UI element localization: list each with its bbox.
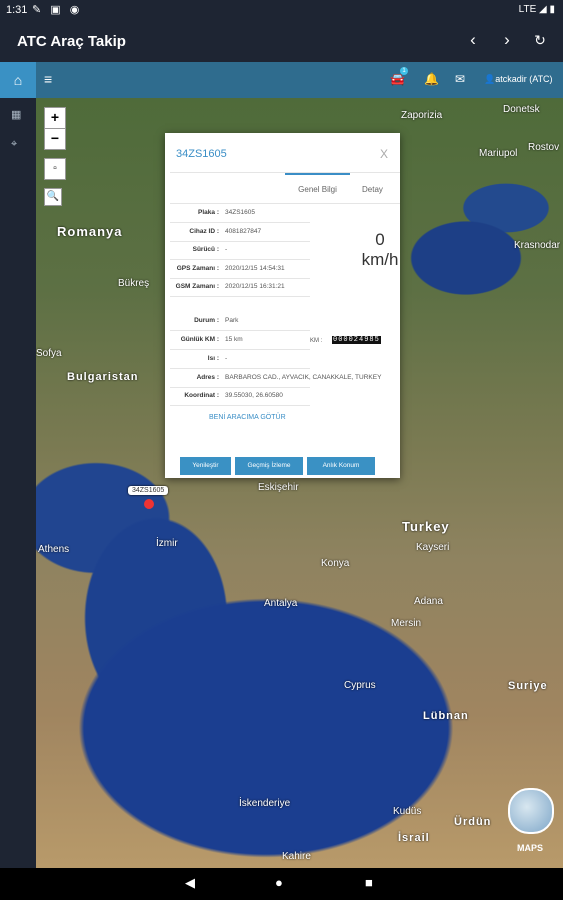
mail-icon[interactable]: ✉: [455, 72, 465, 86]
status-network: LTE ◢ ▮: [518, 4, 555, 15]
speed-unit: km/h: [361, 250, 399, 269]
map-label-mersin: Mersin: [391, 618, 422, 629]
field-key: Plaka :: [198, 209, 219, 216]
notification-icons: ✎ ▣ ◉: [32, 4, 83, 16]
map-label-adana: Adana: [414, 596, 443, 607]
refresh-button[interactable]: Yenileştir: [180, 457, 231, 475]
map-label-mariupol: Mariupol: [479, 148, 518, 159]
map-label-eskisehir: Eskişehir: [258, 482, 299, 493]
nav-home-icon[interactable]: ●: [275, 875, 283, 890]
vehicle-marker-pin[interactable]: [144, 499, 154, 509]
map-label-romanya: Romanya: [57, 224, 123, 239]
layers-button[interactable]: ▫: [44, 158, 66, 180]
zoom-in-button[interactable]: +: [44, 107, 66, 129]
map-label-cyprus: Cyprus: [344, 680, 376, 691]
field-key: Koordinat :: [184, 392, 219, 399]
hamburger-menu-icon[interactable]: ≡: [44, 71, 52, 87]
map-label-bulgaristan: Bulgaristan: [67, 371, 139, 383]
forward-chevron-icon[interactable]: ›: [495, 30, 519, 50]
map-label-lubnan: Lübnan: [423, 710, 469, 722]
field-value: 15 km: [225, 336, 243, 343]
field-key: Isı :: [207, 355, 219, 362]
field-value: 39.55030, 26.60580: [225, 392, 283, 399]
nav-back-icon[interactable]: ◀: [185, 875, 195, 891]
app-bar: ATC Araç Takip ‹ › ↻: [0, 22, 563, 62]
home-icon[interactable]: ⌂: [0, 62, 36, 98]
system-nav-bar: ◀ ● ■: [0, 868, 563, 900]
nav-recents-icon[interactable]: ■: [365, 875, 373, 890]
back-chevron-icon[interactable]: ‹: [461, 30, 485, 50]
map-label-kayseri: Kayseri: [416, 542, 450, 553]
map-label-sofya: Sofya: [36, 348, 62, 359]
field-value: BARBAROS CAD., AYVACIK, CANAKKALE, TURKE…: [225, 374, 382, 381]
odometer-label: KM :: [310, 338, 323, 344]
status-bar: 1:31 ✎ ▣ ◉ LTE ◢ ▮: [0, 0, 563, 22]
zoom-out-button[interactable]: −: [44, 128, 66, 150]
speed-value: 0: [375, 230, 385, 249]
app-title: ATC Araç Takip: [17, 33, 126, 50]
status-time: 1:31: [6, 4, 28, 16]
map-label-krasnodar: Krasnodar: [514, 240, 561, 251]
field-key: Durum :: [194, 317, 219, 324]
close-icon[interactable]: X: [380, 147, 388, 161]
map-label-bukres: Bükreş: [118, 278, 150, 289]
map-label-kahire: Kahire: [282, 851, 311, 862]
map-label-antalya: Antalya: [264, 598, 298, 609]
speed-display: 0 km/h: [350, 230, 410, 270]
map-label-konya: Konya: [321, 558, 350, 569]
vehicle-badge: 1: [400, 67, 408, 75]
sidebar: ▦ ⌖: [0, 98, 36, 868]
field-value: 4081827847: [225, 228, 262, 235]
field-value: -: [225, 355, 228, 362]
globe-icon[interactable]: [508, 788, 554, 834]
map-label-donetsk: Donetsk: [503, 104, 540, 115]
map-label-iskenderiye: İskenderiye: [239, 798, 291, 809]
map-label-izmir: İzmir: [156, 538, 178, 549]
field-key: Sürücü :: [192, 246, 219, 253]
dialog-title: 34ZS1605: [176, 148, 227, 160]
grid-icon[interactable]: ▦: [11, 108, 21, 121]
field-key: Cihaz ID :: [189, 228, 219, 235]
vehicle-marker-label[interactable]: 34ZS1605: [128, 486, 169, 495]
map-label-kudus: Kudüs: [393, 806, 422, 817]
user-menu[interactable]: 👤atckadir (ATC): [484, 74, 553, 85]
navigate-to-vehicle-link[interactable]: BENİ ARACIMA GÖTÜR: [209, 414, 286, 421]
tab-detail[interactable]: Detay: [362, 185, 383, 194]
field-value: -: [225, 246, 228, 253]
location-pin-icon[interactable]: ⌖: [11, 138, 17, 151]
map-label-turkey: Turkey: [402, 519, 450, 534]
map-label-israil: İsrail: [398, 832, 430, 844]
top-nav: ⌂ ≡ 🚘 1 🔔 ✉ 👤atckadir (ATC): [0, 62, 563, 98]
map-label-ordun: Ürdün: [454, 816, 492, 828]
field-value: 2020/12/15 16:31:21: [225, 283, 285, 290]
field-value: 2020/12/15 14:54:31: [225, 265, 285, 272]
maps-brand: MAPS: [517, 843, 544, 853]
map-label-rostov: Rostov: [528, 142, 560, 153]
bell-icon[interactable]: 🔔: [424, 72, 439, 86]
odometer-value: 000024985: [332, 336, 381, 344]
field-key: GSM Zamanı :: [175, 283, 219, 290]
field-key: Günlük KM :: [180, 336, 219, 343]
map-label-zaporizia: Zaporizia: [401, 110, 443, 121]
field-value: 34ZS1605: [225, 209, 255, 216]
vehicle-dialog: 34ZS1605 X Genel Bilgi Detay Plaka : 34ZS…: [165, 133, 400, 478]
field-key: GPS Zamanı :: [176, 265, 219, 272]
search-icon[interactable]: 🔍: [44, 188, 62, 206]
tab-general[interactable]: Genel Bilgi: [285, 173, 350, 194]
map-label-athens: Athens: [38, 544, 70, 555]
live-location-button[interactable]: Anlık Konum: [307, 457, 375, 475]
refresh-icon[interactable]: ↻: [528, 32, 552, 49]
field-value: Park: [225, 317, 239, 324]
field-key: Adres :: [196, 374, 219, 381]
map-label-suriye: Suriye: [508, 680, 548, 692]
history-button[interactable]: Geçmiş İzleme: [235, 457, 303, 475]
